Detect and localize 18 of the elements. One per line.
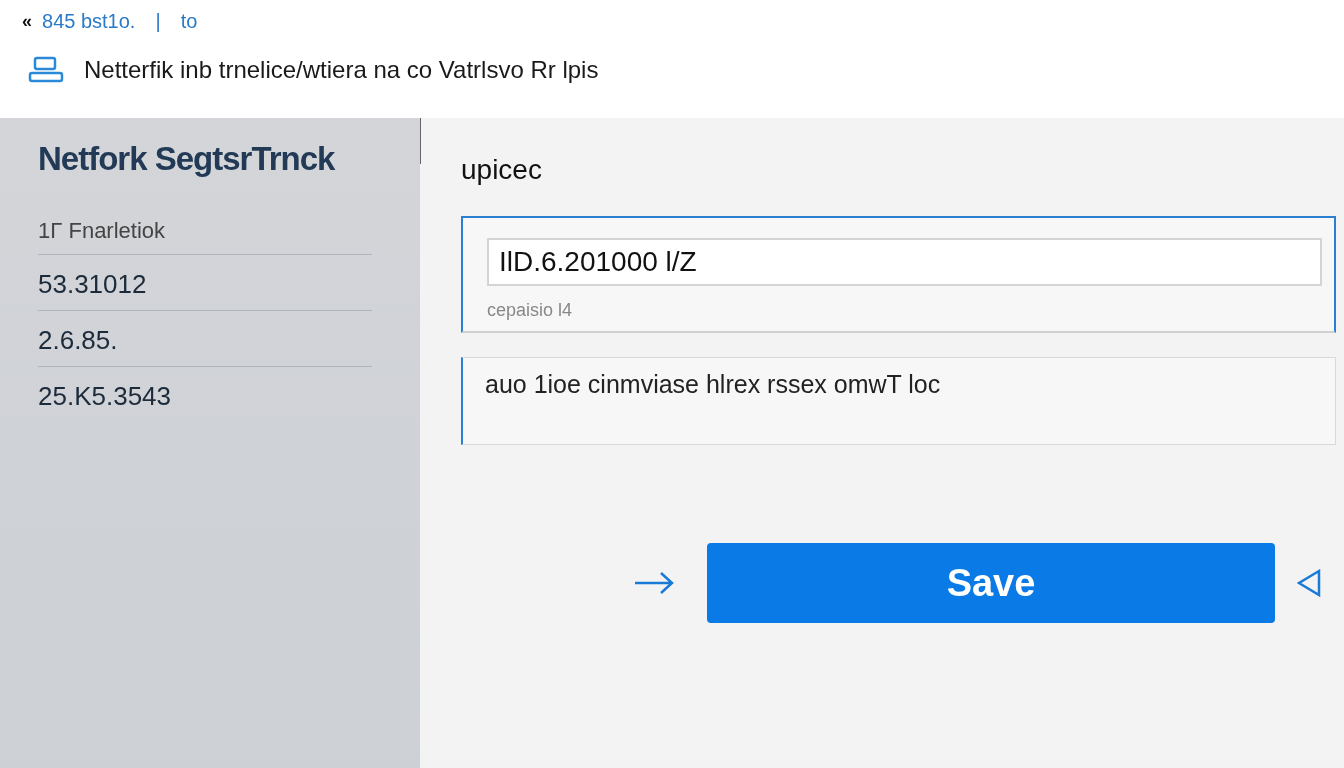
page-title: Netterfik inb trnelice/wtiera na co Vatrlsvo Rr lpis	[84, 56, 599, 84]
sidebar-subtitle: 1Γ Fnarletiok	[38, 218, 372, 255]
back-link[interactable]: «	[22, 10, 32, 32]
arrow-right-icon	[633, 570, 675, 596]
text-field[interactable]: auo 1ioe cinmviase hlrex rssex omwT loc	[461, 357, 1336, 445]
address-field[interactable]: IlD.6.201000 l/Z	[487, 238, 1322, 286]
computer-icon	[28, 56, 64, 84]
breadcrumb-link[interactable]: to	[180, 9, 198, 33]
sidebar-item[interactable]: 2.6.85.	[38, 311, 372, 367]
sidebar-item[interactable]: 53.31012	[38, 255, 372, 311]
breadcrumb-link[interactable]: 845 bst1o.	[42, 9, 136, 33]
field-label: upicec	[461, 154, 543, 186]
breadcrumb-separator: |	[155, 9, 161, 33]
save-button[interactable]: Save	[707, 543, 1275, 623]
sidebar-item[interactable]: 25.K5.3543	[38, 367, 372, 422]
sidebar-title: Netfork SegtsrTrnck	[38, 140, 336, 178]
field-hint: cepaisio l4	[487, 300, 574, 321]
triangle-left-icon[interactable]	[1297, 569, 1321, 597]
